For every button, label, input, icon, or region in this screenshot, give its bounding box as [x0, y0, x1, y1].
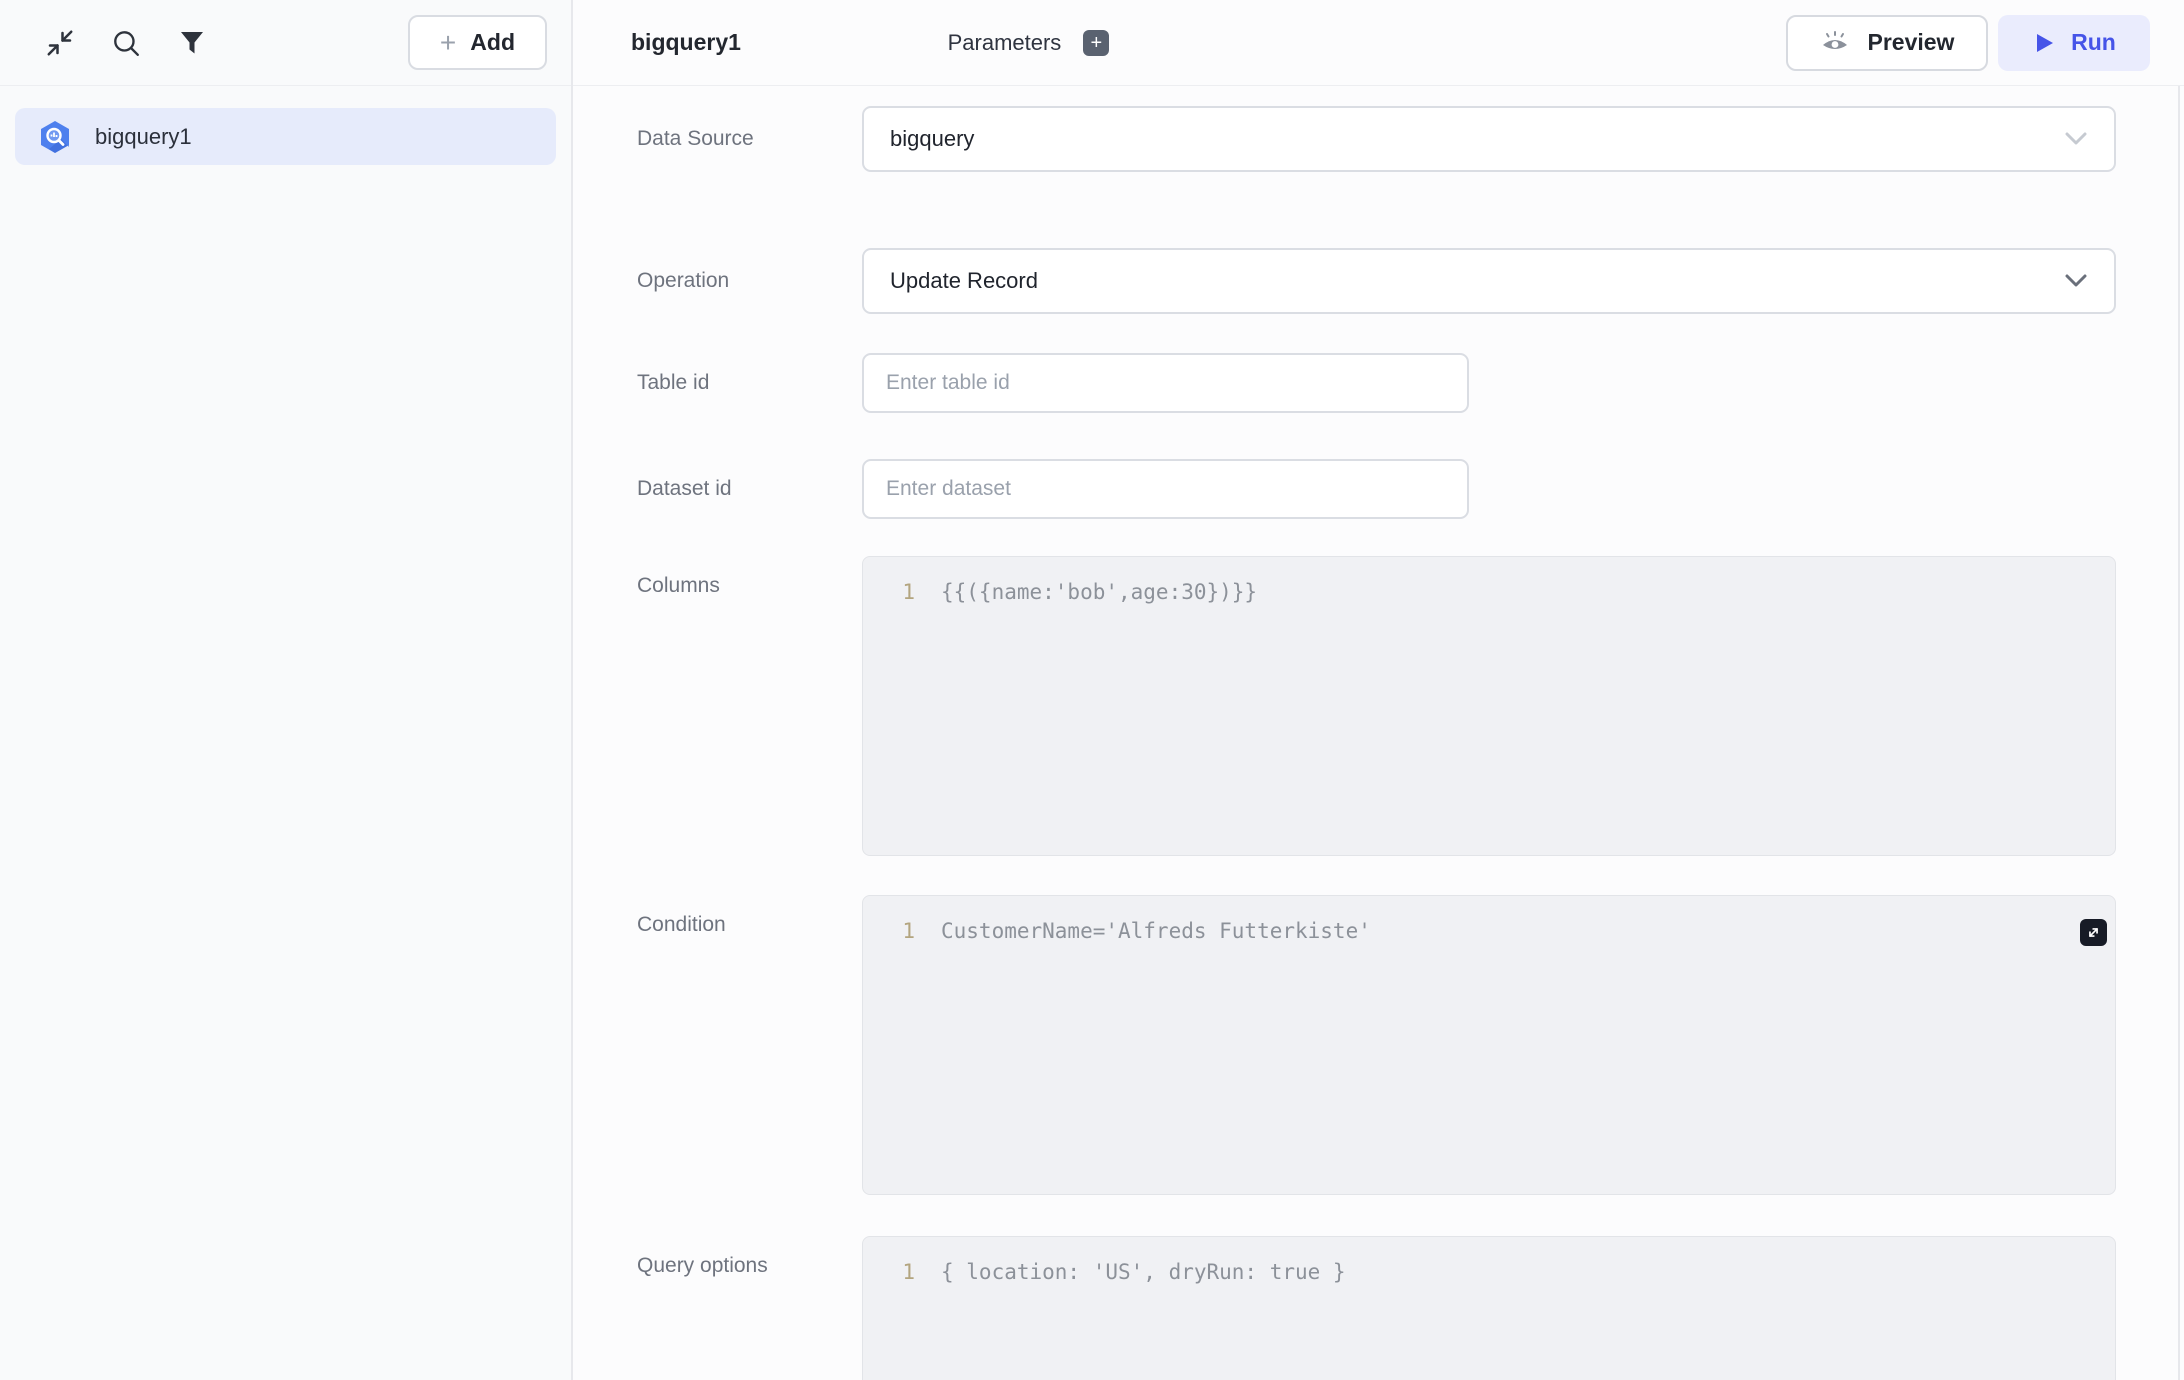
query-options-label: Query options [637, 1254, 768, 1277]
preview-button[interactable]: Preview [1785, 14, 1988, 71]
expand-editor-button[interactable] [2080, 919, 2107, 946]
chevron-down-icon [2064, 132, 2088, 146]
operation-value: Update Record [890, 268, 1038, 293]
operation-label: Operation [637, 269, 730, 292]
field-row-columns: Columns 1 {{({name:'bob',age:30})}} [637, 556, 2184, 856]
sidebar-toolbar: + Add [0, 0, 571, 86]
query-list-item-bigquery1[interactable]: bigquery1 [15, 108, 556, 165]
search-button[interactable] [106, 23, 146, 63]
editor-header: bigquery1 Parameters + Preview Run [573, 0, 2184, 86]
collapse-icon [45, 28, 75, 58]
query-options-code-text: { location: 'US', dryRun: true } [941, 1260, 1346, 1284]
query-sidebar: + Add bigquery1 [0, 0, 573, 1380]
query-form: Data Source bigquery Operation Update Re… [573, 86, 2184, 1380]
columns-label: Columns [637, 574, 720, 597]
field-row-table-id: Table id [637, 353, 2184, 413]
search-icon [111, 28, 141, 58]
add-parameter-button[interactable]: + [1083, 29, 1110, 56]
dataset-id-label: Dataset id [637, 477, 732, 500]
collapse-panel-button[interactable] [40, 23, 80, 63]
line-number: 1 [902, 580, 915, 604]
field-row-condition: Condition 1 CustomerName='Alfreds Futter… [637, 895, 2184, 1195]
bigquery-icon [37, 119, 73, 155]
filter-button[interactable] [172, 23, 212, 63]
condition-code-editor[interactable]: 1 CustomerName='Alfreds Futterkiste' [862, 895, 2116, 1195]
chevron-down-icon [2064, 274, 2088, 288]
field-row-dataset-id: Dataset id [637, 459, 2184, 519]
preview-button-label: Preview [1867, 29, 1955, 55]
line-number: 1 [902, 1260, 915, 1284]
dataset-id-input[interactable] [862, 459, 1469, 519]
parameters-label: Parameters [947, 29, 1062, 55]
run-button-label: Run [2071, 29, 2116, 55]
add-button-label: Add [470, 29, 515, 55]
data-source-label: Data Source [637, 127, 754, 150]
condition-code-text: CustomerName='Alfreds Futterkiste' [941, 919, 1371, 943]
condition-label: Condition [637, 913, 726, 936]
columns-code-text: {{({name:'bob',age:30})}} [941, 580, 1258, 604]
code-line: 1 {{({name:'bob',age:30})}} [863, 578, 2115, 606]
add-query-button[interactable]: + Add [407, 15, 547, 70]
data-source-select[interactable]: bigquery [862, 106, 2116, 172]
query-title: bigquery1 [631, 29, 741, 55]
table-id-input[interactable] [862, 353, 1469, 413]
run-button[interactable]: Run [1997, 14, 2150, 71]
code-line: 1 { location: 'US', dryRun: true } [863, 1258, 2115, 1286]
field-row-query-options: Query options 1 { location: 'US', dryRun… [637, 1236, 2184, 1380]
query-list: bigquery1 [0, 86, 571, 187]
header-actions: Preview Run [1785, 14, 2150, 71]
code-line: 1 CustomerName='Alfreds Futterkiste' [863, 917, 2115, 945]
query-options-code-editor[interactable]: 1 { location: 'US', dryRun: true } [862, 1236, 2116, 1380]
line-number: 1 [902, 919, 915, 943]
query-editor-panel: bigquery1 Parameters + Preview Run Data … [573, 0, 2184, 1380]
filter-icon [179, 30, 205, 56]
field-row-data-source: Data Source bigquery [637, 106, 2184, 172]
query-item-label: bigquery1 [95, 123, 192, 149]
eye-icon [1820, 30, 1850, 56]
table-id-label: Table id [637, 371, 710, 394]
play-icon [2032, 31, 2056, 55]
data-source-value: bigquery [890, 126, 975, 151]
field-row-operation: Operation Update Record [637, 248, 2184, 314]
parameters-group: Parameters + [947, 29, 1110, 56]
plus-icon: + [439, 26, 457, 58]
columns-code-editor[interactable]: 1 {{({name:'bob',age:30})}} [862, 556, 2116, 856]
app-window: + Add bigquery1 bigquery1 Parameters + P… [0, 0, 2184, 1380]
operation-select[interactable]: Update Record [862, 248, 2116, 314]
expand-icon [2089, 928, 2098, 937]
